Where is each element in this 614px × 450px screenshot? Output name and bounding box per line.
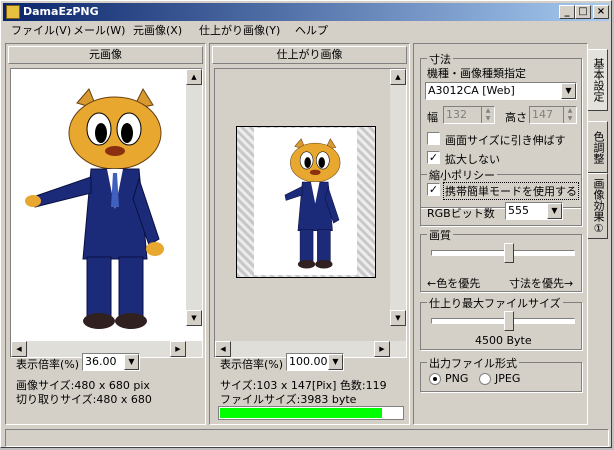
rgb-value: 555 <box>508 204 529 217</box>
source-zoom-value: 36.00 <box>85 355 117 368</box>
minimize-button[interactable]: _ <box>559 5 575 19</box>
quality-left-label: ←色を優先 <box>427 277 481 290</box>
png-label: PNG <box>445 372 469 385</box>
jpeg-label: JPEG <box>495 372 521 385</box>
menu-finished-image[interactable]: 仕上がり画像(Y) <box>199 22 280 40</box>
source-image-panel: 元画像 ▲ ▼ ◀ ▶ 表示倍率(%) 36.00 ▼ 画像サイズ:480 x … <box>5 43 206 425</box>
simple-mode-checkbox[interactable]: ✓ <box>427 183 440 196</box>
tab-basic-settings[interactable]: 基本設定 <box>588 49 608 111</box>
chevron-down-icon[interactable]: ▼ <box>124 354 139 370</box>
cat-character-image <box>25 87 164 329</box>
finished-zoom-label: 表示倍率(%) <box>220 358 284 371</box>
tab-image-effects[interactable]: 画像効果① <box>588 173 608 239</box>
maximize-button[interactable]: □ <box>575 5 591 19</box>
simple-mode-label[interactable]: 携帯簡単モードを使用する <box>443 182 579 200</box>
chevron-down-icon[interactable]: ▼ <box>328 354 343 370</box>
output-format-group-title: 出力ファイル形式 <box>427 355 519 371</box>
finished-file-size: ファイルサイズ:3983 byte <box>220 393 357 406</box>
progress-fill <box>220 408 382 418</box>
finished-image <box>254 128 357 275</box>
png-radio[interactable] <box>429 373 441 385</box>
file-size-progress-bar <box>218 406 404 420</box>
source-image-view[interactable]: ▲ ▼ ◀ ▶ <box>10 68 203 358</box>
menu-mail[interactable]: メール(W) <box>73 22 125 40</box>
max-size-slider-track[interactable] <box>431 318 575 324</box>
finished-image-view[interactable]: ▲ ▼ ◀ ▶ <box>214 68 407 358</box>
shrink-policy-group: 縮小ポリシー ✓ 携帯簡単モードを使用する RGBビット数 555 ▼ <box>420 167 582 226</box>
finished-panel-header: 仕上がり画像 <box>212 46 407 64</box>
output-format-group: 出力ファイル形式 PNG JPEG <box>420 355 582 392</box>
width-value: 132 <box>446 108 467 121</box>
finished-scroll-left-button[interactable]: ◀ <box>215 341 231 357</box>
settings-panel: 寸法 機種・画像種類指定 A3012CA [Web] ▼ 幅 132 ▲ ▼ 高さ… <box>413 43 588 425</box>
height-spinner[interactable]: 147 ▲ ▼ <box>529 106 577 124</box>
close-button[interactable]: × <box>593 5 609 19</box>
source-crop-size: 切り取りサイズ:480 x 680 <box>16 393 152 406</box>
menu-help[interactable]: ヘルプ <box>295 22 328 40</box>
source-vscrollbar[interactable] <box>186 69 202 326</box>
quality-slider-thumb[interactable] <box>504 243 514 263</box>
model-select[interactable]: A3012CA [Web] ▼ <box>425 82 577 100</box>
width-label: 幅 <box>427 111 438 124</box>
width-spinner[interactable]: 132 ▲ ▼ <box>443 106 495 124</box>
finished-zoom-value: 100.00 <box>289 355 328 368</box>
finished-scroll-down-button[interactable]: ▼ <box>390 310 406 326</box>
rgb-select[interactable]: 555 ▼ <box>505 202 563 220</box>
menu-bar: ファイル(V) メール(W) 元画像(X) 仕上がり画像(Y) ヘルプ <box>3 22 609 40</box>
source-zoom-label: 表示倍率(%) <box>16 358 80 371</box>
height-label: 高さ <box>505 111 527 124</box>
max-size-value: 4500 Byte <box>475 334 532 347</box>
max-file-size-group: 仕上り最大ファイルサイズ 4500 Byte <box>420 295 582 350</box>
app-window: DamaEzPNG _ □ × ファイル(V) メール(W) 元画像(X) 仕上… <box>0 0 612 448</box>
status-bar <box>5 429 609 447</box>
finished-zoom-select[interactable]: 100.00 ▼ <box>286 353 344 371</box>
quality-group-title: 画質 <box>427 227 453 243</box>
quality-right-label: 寸法を優先→ <box>509 277 574 290</box>
model-value: A3012CA [Web] <box>428 84 515 97</box>
chevron-down-icon[interactable]: ▼ <box>561 83 576 99</box>
quality-group: 画質 ←色を優先 寸法を優先→ <box>420 227 582 292</box>
finished-scroll-right-button[interactable]: ▶ <box>374 341 390 357</box>
window-title: DamaEzPNG <box>23 5 99 18</box>
shrink-group-title: 縮小ポリシー <box>427 167 497 183</box>
menu-source-image[interactable]: 元画像(X) <box>133 22 182 40</box>
source-panel-header: 元画像 <box>8 46 203 64</box>
finished-scroll-up-button[interactable]: ▲ <box>390 69 406 85</box>
tab-color-adjust[interactable]: 色調整 <box>588 121 608 173</box>
source-scroll-down-button[interactable]: ▼ <box>186 310 202 326</box>
model-label: 機種・画像種類指定 <box>427 67 526 80</box>
no-enlarge-checkbox[interactable]: ✓ <box>427 151 440 164</box>
source-zoom-select[interactable]: 36.00 ▼ <box>82 353 140 371</box>
chevron-down-icon[interactable]: ▼ <box>547 203 562 219</box>
app-icon[interactable] <box>6 5 20 19</box>
rgb-label: RGBビット数 <box>427 207 495 220</box>
no-enlarge-label: 拡大しない <box>445 153 500 166</box>
source-scroll-up-button[interactable]: ▲ <box>186 69 202 85</box>
max-file-size-group-title: 仕上り最大ファイルサイズ <box>427 295 563 311</box>
finished-image-frame <box>236 126 376 278</box>
quality-slider-track[interactable] <box>431 250 575 256</box>
source-scroll-left-button[interactable]: ◀ <box>11 341 27 357</box>
spinner-arrows-icon[interactable]: ▲ ▼ <box>481 107 494 123</box>
height-value: 147 <box>532 108 553 121</box>
finished-vscrollbar[interactable] <box>390 69 406 326</box>
source-scroll-right-button[interactable]: ▶ <box>170 341 186 357</box>
stretch-checkbox[interactable] <box>427 132 440 145</box>
finished-image-panel: 仕上がり画像 ▲ ▼ ◀ ▶ 表示倍率(%) 100.00 ▼ サイズ:103 … <box>209 43 410 425</box>
stretch-label: 画面サイズに引き伸ばす <box>445 134 566 147</box>
menu-file[interactable]: ファイル(V) <box>11 22 71 40</box>
finished-cat-image <box>284 138 341 269</box>
max-size-slider-thumb[interactable] <box>504 311 514 331</box>
spinner-arrows-icon[interactable]: ▲ ▼ <box>563 107 576 123</box>
title-bar[interactable]: DamaEzPNG _ □ × <box>3 3 609 21</box>
jpeg-radio[interactable] <box>479 373 491 385</box>
